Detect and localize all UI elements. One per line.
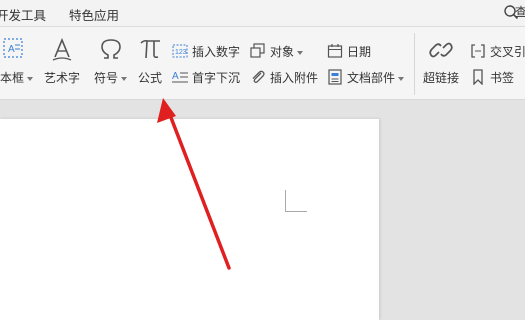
date-label: 日期 (347, 45, 372, 59)
object-button[interactable]: 对象 (250, 41, 316, 61)
insert-attachment-button[interactable]: 插入附件 (250, 67, 322, 87)
hyperlink-button[interactable]: 超链接 (420, 33, 462, 93)
drop-cap-label: 首字下沉 (192, 71, 241, 85)
margin-corner-mark (285, 190, 307, 212)
chain-link-icon (428, 37, 454, 66)
insert-ribbon: A 本框 艺术字 符号 公式 123 插入数字 A 首字下沉 对象 插入附件 日… (0, 27, 525, 100)
menu-featured-apps[interactable]: 特色应用 (69, 5, 119, 24)
insert-number-label: 插入数字 (192, 45, 241, 59)
symbol-button[interactable]: 符号 (92, 33, 130, 93)
search-hint[interactable]: 查 (515, 3, 525, 20)
omega-icon (98, 37, 124, 66)
bookmark-icon (470, 69, 486, 86)
paperclip-icon (250, 69, 266, 85)
bookmark-label: 书签 (490, 71, 515, 85)
drop-cap-icon: A (172, 69, 188, 85)
bookmark-button[interactable]: 书签 (470, 67, 525, 87)
art-text-label: 艺术字 (44, 71, 81, 85)
art-text-icon (50, 37, 74, 66)
number-icon: 123 (172, 43, 188, 59)
doc-parts-button[interactable]: 文档部件 (327, 67, 409, 87)
object-icon (250, 43, 266, 59)
doc-parts-label: 文档部件 (347, 69, 405, 86)
pi-icon (138, 37, 164, 66)
date-button[interactable]: 日期 (327, 41, 383, 61)
textbox-icon: A (1, 37, 27, 64)
svg-text:A: A (8, 44, 15, 55)
menu-bar: 开发工具 特色应用 查 (0, 0, 525, 27)
drop-cap-button[interactable]: A 首字下沉 (172, 67, 248, 87)
textbox-label: 本框 (0, 69, 34, 86)
hyperlink-label: 超链接 (423, 71, 460, 85)
formula-label: 公式 (138, 71, 163, 85)
formula-button[interactable]: 公式 (135, 33, 167, 93)
cross-reference-label: 交叉引 (490, 45, 525, 59)
object-label: 对象 (270, 43, 304, 60)
symbol-label: 符号 (94, 69, 128, 86)
insert-attachment-label: 插入附件 (270, 71, 319, 85)
document-page[interactable] (0, 119, 379, 320)
cross-reference-icon (470, 43, 486, 59)
art-text-button[interactable]: 艺术字 (42, 33, 82, 93)
cross-reference-button[interactable]: 交叉引 (470, 41, 525, 61)
svg-text:A: A (172, 71, 179, 82)
calendar-icon (327, 43, 343, 59)
doc-parts-icon (327, 69, 343, 85)
menu-developer-tools[interactable]: 开发工具 (0, 5, 46, 24)
ribbon-divider (414, 33, 415, 95)
insert-number-button[interactable]: 123 插入数字 (172, 41, 248, 61)
textbox-button[interactable]: A 本框 (0, 33, 36, 93)
svg-text:123: 123 (175, 49, 187, 56)
